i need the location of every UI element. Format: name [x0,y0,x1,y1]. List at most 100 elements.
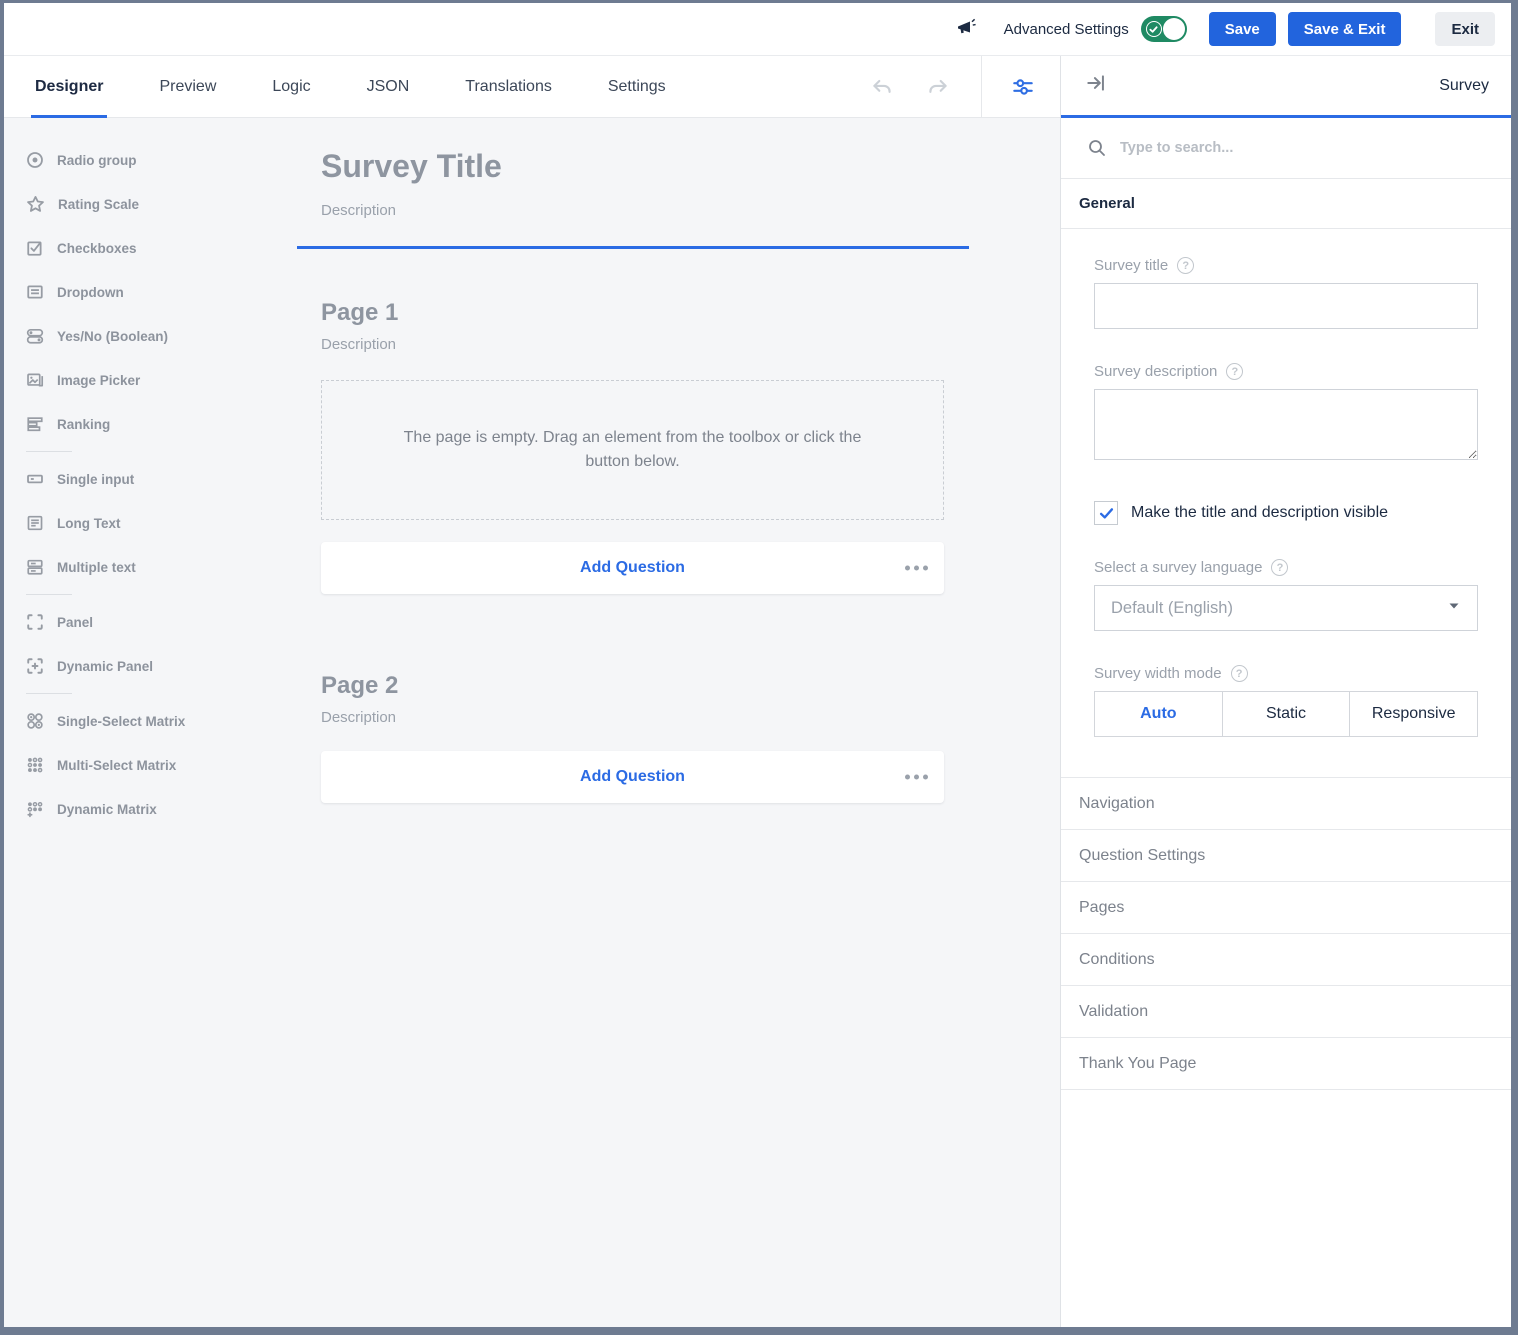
toolbox-item-multiple-text[interactable]: Multiple text [26,545,289,589]
help-icon: ? [1177,257,1194,274]
toolbox-item-single-select-matrix[interactable]: Single-Select Matrix [26,699,289,743]
survey-canvas: Survey Title Description Page 1 Descript… [289,118,1060,1327]
toolbox-item-image-picker[interactable]: Image Picker [26,358,289,402]
page-2-description[interactable]: Description [321,709,969,726]
tab-logic[interactable]: Logic [268,56,314,117]
width-mode-auto-button[interactable]: Auto [1095,692,1222,736]
toggle-knob [1163,18,1185,40]
question-type-menu-icon[interactable] [905,775,928,780]
title-visibility-checkbox-row[interactable]: Make the title and description visible [1094,501,1478,525]
toolbox-item-dropdown[interactable]: Dropdown [26,270,289,314]
save-button[interactable]: Save [1209,12,1276,46]
redo-icon[interactable] [925,56,951,117]
top-action-bar: Advanced Settings Save Save & Exit Exit [4,3,1511,56]
multiple-text-icon [26,558,44,576]
exit-button[interactable]: Exit [1435,12,1495,46]
survey-language-value: Default (English) [1111,599,1447,618]
section-pages[interactable]: Pages [1061,882,1511,934]
survey-title-input[interactable] [1094,283,1478,329]
add-question-button[interactable]: Add Question [580,768,685,786]
section-thank-you-page[interactable]: Thank You Page [1061,1038,1511,1090]
multi-select-matrix-icon [26,756,44,774]
checkbox-checked-icon[interactable] [1094,501,1118,525]
toolbox-item-radio-group[interactable]: Radio group [26,138,289,182]
toolbox-divider [26,594,72,595]
section-conditions[interactable]: Conditions [1061,934,1511,986]
survey-title[interactable]: Survey Title [321,148,969,185]
help-icon: ? [1231,665,1248,682]
survey-width-mode-group: Auto Static Responsive [1094,691,1478,737]
add-question-button[interactable]: Add Question [580,559,685,577]
toolbox-item-dynamic-matrix[interactable]: Dynamic Matrix [26,787,289,831]
survey-description-input[interactable] [1094,389,1478,460]
page-1-description[interactable]: Description [321,336,969,353]
page-2-add-question-card: Add Question [321,751,944,803]
toolbox-item-single-input[interactable]: Single input [26,457,289,501]
survey-language-label: Select a survey language ? [1094,559,1478,576]
survey-title-label: Survey title ? [1094,257,1478,274]
toolbar-divider [981,56,982,117]
section-validation[interactable]: Validation [1061,986,1511,1038]
section-general[interactable]: General [1061,179,1511,229]
question-type-menu-icon[interactable] [905,566,928,571]
dynamic-matrix-icon [26,800,44,818]
toolbox-item-checkboxes[interactable]: Checkboxes [26,226,289,270]
help-icon: ? [1226,363,1243,380]
tab-json[interactable]: JSON [363,56,414,117]
collapse-panel-icon[interactable] [1085,72,1107,99]
save-and-exit-button[interactable]: Save & Exit [1288,12,1402,46]
undo-icon[interactable] [869,56,895,117]
ranking-icon [26,415,44,433]
advanced-settings-toggle[interactable] [1141,16,1187,42]
page-1-empty-dropzone[interactable]: The page is empty. Drag an element from … [321,380,944,520]
survey-creator-window: Advanced Settings Save Save & Exit Exit … [4,3,1511,1327]
page-2-title[interactable]: Page 2 [321,672,969,700]
tab-preview[interactable]: Preview [155,56,220,117]
toolbox-item-boolean[interactable]: Yes/No (Boolean) [26,314,289,358]
toolbox-item-dynamic-panel[interactable]: Dynamic Panel [26,644,289,688]
tab-settings[interactable]: Settings [604,56,670,117]
property-search-input[interactable] [1120,140,1511,156]
radio-group-icon [26,151,44,169]
tab-designer[interactable]: Designer [31,56,107,117]
long-text-icon [26,514,44,532]
page-1-add-question-card: Add Question [321,542,944,594]
image-picker-icon [26,371,44,389]
search-icon [1087,138,1107,158]
page-1-block: Page 1 Description The page is empty. Dr… [297,299,969,594]
toolbox: Radio group Rating Scale Checkboxes Drop… [4,118,289,1327]
toolbox-item-rating-scale[interactable]: Rating Scale [26,182,289,226]
property-accordion: Navigation Question Settings Pages Condi… [1061,777,1511,1090]
checkboxes-icon [26,239,44,257]
property-search-row [1061,118,1511,179]
design-surface: Radio group Rating Scale Checkboxes Drop… [4,118,1060,1327]
toolbox-divider [26,451,72,452]
tab-translations[interactable]: Translations [461,56,556,117]
property-panel: Survey General Survey title ? Survey des… [1060,56,1511,1327]
toolbox-divider [26,693,72,694]
advanced-settings-label: Advanced Settings [1004,21,1129,38]
toolbox-item-ranking[interactable]: Ranking [26,402,289,446]
page-1-title[interactable]: Page 1 [321,299,969,327]
toolbox-item-panel[interactable]: Panel [26,600,289,644]
selected-element-title: Survey [1439,77,1489,95]
width-mode-static-button[interactable]: Static [1222,692,1350,736]
width-mode-responsive-button[interactable]: Responsive [1349,692,1477,736]
empty-page-hint: The page is empty. Drag an element from … [393,426,873,474]
toolbox-item-multi-select-matrix[interactable]: Multi-Select Matrix [26,743,289,787]
section-question-settings[interactable]: Question Settings [1061,830,1511,882]
toolbox-item-long-text[interactable]: Long Text [26,501,289,545]
section-navigation[interactable]: Navigation [1061,778,1511,830]
toggle-check-icon [1146,21,1162,37]
property-grid-settings-icon[interactable] [1010,56,1036,117]
dropdown-icon [26,283,44,301]
dynamic-panel-icon [26,657,44,675]
survey-description-label: Survey description ? [1094,363,1478,380]
survey-language-select[interactable]: Default (English) [1094,585,1478,631]
boolean-icon [26,327,44,345]
survey-header-underline [297,246,969,249]
panel-icon [26,613,44,631]
survey-width-mode-label: Survey width mode ? [1094,665,1478,682]
survey-description[interactable]: Description [321,202,969,219]
title-visibility-checkbox-label: Make the title and description visible [1131,504,1388,522]
